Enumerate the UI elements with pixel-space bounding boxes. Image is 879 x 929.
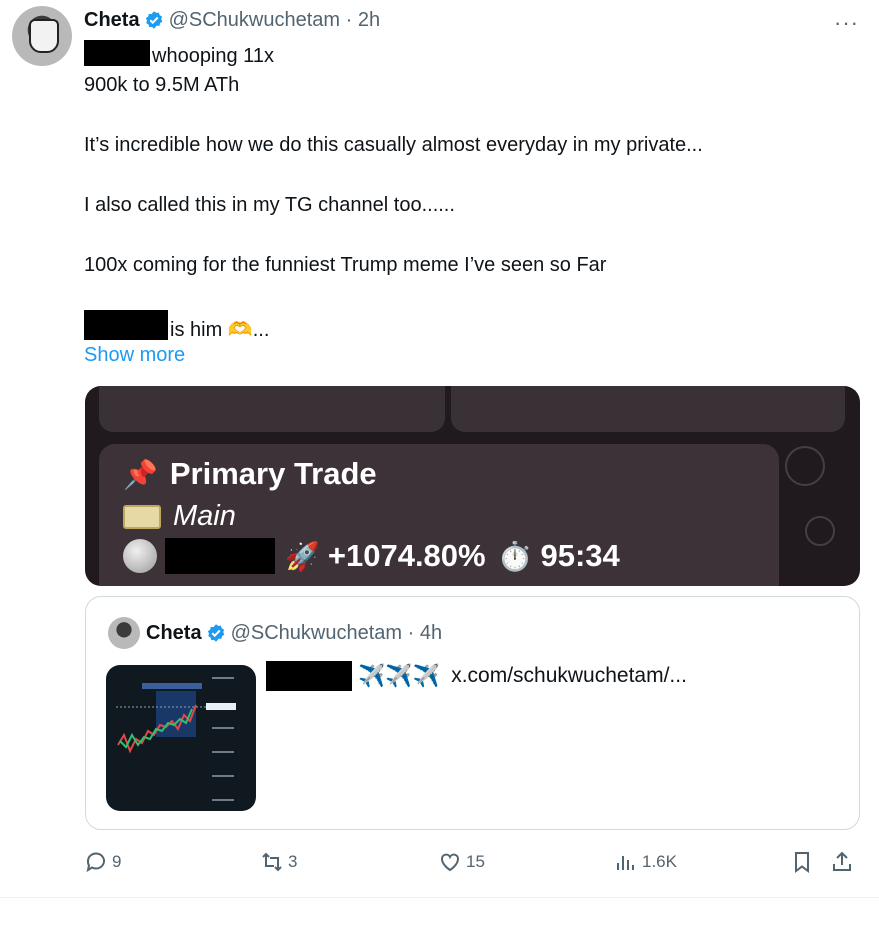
repost-icon <box>262 852 282 872</box>
chat-bubble <box>451 386 845 432</box>
rocket-emoji: 🚀 <box>285 540 320 572</box>
author-handle-time[interactable]: @SChukwuchetam · 2h <box>169 9 381 32</box>
trade-subtitle: Main <box>173 500 236 532</box>
tweet-line: I also called this in my TG channel too.… <box>84 194 455 216</box>
trade-stats-row: 🚀 +1074.80% ⏱️ 95:34 <box>123 538 620 574</box>
tweet-line: whooping 11x <box>152 45 274 67</box>
coin-icon <box>123 539 157 573</box>
stopwatch-emoji: ⏱️ <box>497 540 533 572</box>
quoted-author-handle-time: @SChukwuchetam · 4h <box>230 621 443 644</box>
tweet-line: 100x coming for the funniest Trump meme … <box>84 254 607 276</box>
trade-gain: +1074.80% <box>327 538 486 573</box>
background-doodle <box>785 446 825 486</box>
tweet-media-image[interactable]: 📌 Primary Trade Main 🚀 +1074.80% ⏱️ 95:3… <box>85 386 860 586</box>
heart-icon <box>441 853 459 872</box>
redacted-block <box>84 310 168 340</box>
pin-emoji: 📌 <box>123 458 158 490</box>
quoted-author-avatar <box>108 617 140 649</box>
trade-title-row: 📌 Primary Trade <box>123 456 377 492</box>
tweet-line: is him <box>170 319 223 341</box>
more-options-icon[interactable]: ··· <box>834 10 859 36</box>
views-button[interactable]: 1.6K <box>614 850 677 874</box>
quoted-tweet-header: Cheta @SChukwuchetam · 4h <box>146 619 442 647</box>
quoted-link[interactable]: x.com/schukwuchetam/... <box>451 664 687 688</box>
trade-time: 95:34 <box>540 538 620 573</box>
tweet-text: whooping 11x 900k to 9.5M ATh It’s incre… <box>84 40 864 370</box>
like-count: 15 <box>466 852 485 871</box>
reply-icon <box>86 852 105 873</box>
candlestick-chart-thumbnail <box>116 677 236 801</box>
share-button[interactable] <box>830 850 858 874</box>
heart-hands-emoji: 🫶... <box>227 319 270 341</box>
views-chart-icon <box>617 856 634 870</box>
tweet-header: Cheta @SChukwuchetam · 2h <box>84 6 380 34</box>
background-doodle <box>805 516 835 546</box>
tweet-actions: 9 3 15 1.6K <box>84 850 864 878</box>
like-button[interactable]: 15 <box>438 850 485 874</box>
redacted-block <box>266 661 352 691</box>
redacted-block <box>165 538 275 574</box>
author-avatar[interactable] <box>12 6 72 66</box>
bookmark-icon <box>795 852 809 873</box>
tweet-line: It’s incredible how we do this casually … <box>84 134 703 156</box>
bookmark-button[interactable] <box>790 850 818 874</box>
quoted-tweet[interactable]: Cheta @SChukwuchetam · 4h ✈️✈️✈️ x.com/s… <box>85 596 860 830</box>
airplane-emojis: ✈️✈️✈️ <box>358 663 441 688</box>
tweet-line: 900k to 9.5M ATh <box>84 74 240 96</box>
views-count: 1.6K <box>642 852 677 871</box>
share-icon <box>833 851 851 871</box>
credit-card-icon <box>123 504 161 529</box>
show-more-link[interactable]: Show more <box>84 340 864 370</box>
reply-count: 9 <box>112 852 122 871</box>
repost-button[interactable]: 3 <box>260 850 297 874</box>
quoted-author-name: Cheta <box>146 621 202 644</box>
divider <box>0 897 879 898</box>
trade-title: Primary Trade <box>169 456 377 491</box>
quoted-tweet-text: ✈️✈️✈️ x.com/schukwuchetam/... <box>266 661 687 691</box>
chat-bubble <box>99 386 445 432</box>
quoted-chart-thumbnail <box>106 665 256 811</box>
trade-subtitle-row: Main <box>123 500 236 533</box>
verified-badge-icon <box>145 11 162 29</box>
redacted-block <box>84 40 150 66</box>
repost-count: 3 <box>288 852 298 871</box>
author-name[interactable]: Cheta <box>84 9 140 32</box>
verified-badge-icon <box>207 624 224 642</box>
reply-button[interactable]: 9 <box>84 850 121 874</box>
